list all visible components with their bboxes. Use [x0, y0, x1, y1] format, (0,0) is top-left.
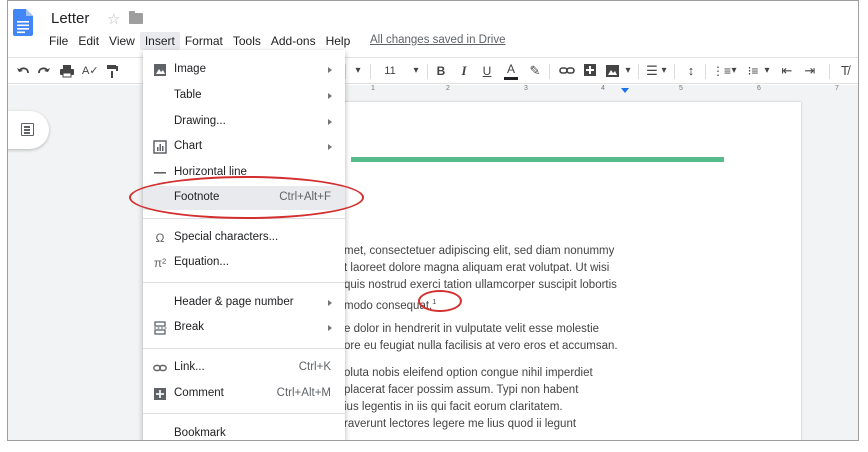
menu-item-bookmark[interactable]: Bookmark [143, 422, 345, 440]
add-comment-icon [154, 388, 166, 400]
footnote-marker-annotation [418, 290, 462, 312]
submenu-arrow-icon [328, 300, 332, 306]
undo-icon[interactable] [16, 62, 30, 80]
menu-item-table[interactable]: Table [143, 84, 345, 108]
outline-icon [21, 123, 34, 136]
numbered-list-dropdown-icon[interactable]: ▾ [730, 62, 738, 80]
spellcheck-icon[interactable]: A✓ [82, 62, 99, 80]
submenu-arrow-icon [328, 144, 332, 150]
tab-stop-marker[interactable] [621, 88, 629, 93]
link-icon[interactable] [559, 62, 575, 80]
bulleted-list-icon[interactable]: ⁝≡ [745, 62, 761, 80]
link-icon [153, 364, 167, 372]
menu-item-chart[interactable]: Chart [143, 135, 345, 159]
decrease-indent-icon[interactable]: ⇤ [779, 62, 795, 80]
menu-edit[interactable]: Edit [73, 32, 104, 50]
page-break-icon [154, 321, 167, 335]
pi-icon: π² [153, 256, 167, 270]
menu-insert[interactable]: Insert [139, 32, 180, 50]
toolbar: A✓ ▾ 11 ▾ B I U A ✎ ▾ ☰ ▾ ↕ ⋮≡ ▾ ⁝≡ ▾ ⇤ … [8, 57, 858, 84]
insert-menu: Image Table Drawing... Chart Horizontal … [143, 50, 345, 440]
menu-help[interactable]: Help [321, 32, 356, 50]
ruler[interactable]: 1 2 3 4 5 6 7 [338, 85, 839, 95]
menu-item-equation[interactable]: π² Equation... [143, 251, 345, 275]
paragraph-2[interactable]: e dolor in hendrerit in vulputate velit … [344, 321, 618, 355]
footnote-highlight-annotation [129, 176, 364, 219]
paint-format-icon[interactable] [105, 62, 119, 80]
align-left-icon[interactable]: ☰ [645, 62, 659, 80]
paragraph-1[interactable]: met, consectetuer adipiscing elit, sed d… [344, 243, 617, 315]
document-title[interactable]: Letter [51, 10, 89, 27]
app-window: Letter ☆ File Edit View Insert Format To… [7, 0, 859, 441]
increase-indent-icon[interactable]: ⇥ [802, 62, 818, 80]
chevron-down-icon[interactable]: ▾ [352, 62, 364, 80]
star-icon[interactable]: ☆ [107, 10, 120, 28]
image-icon [154, 64, 166, 76]
omega-icon: Ω [155, 231, 165, 245]
folder-icon[interactable] [129, 11, 143, 24]
menu-file[interactable]: File [44, 32, 73, 50]
highlight-icon[interactable]: ✎ [528, 62, 542, 80]
menu-bar: File Edit View Insert Format Tools Add-o… [44, 32, 355, 50]
horizontal-line-accent [351, 157, 724, 162]
font-size-value[interactable]: 11 [380, 62, 400, 80]
save-status-link[interactable]: All changes saved in Drive [370, 34, 506, 46]
print-icon[interactable] [59, 62, 75, 80]
add-comment-icon[interactable] [583, 62, 597, 80]
submenu-arrow-icon [328, 119, 332, 125]
italic-button[interactable]: I [458, 62, 470, 80]
font-size-dropdown-icon[interactable]: ▾ [411, 62, 421, 80]
chart-icon [153, 140, 167, 154]
horizontal-line-icon [154, 172, 166, 174]
clear-formatting-icon[interactable]: T̸ [838, 62, 852, 80]
bulleted-list-dropdown-icon[interactable]: ▾ [763, 62, 771, 80]
submenu-arrow-icon [328, 325, 332, 331]
menu-item-break[interactable]: Break [143, 316, 345, 340]
google-docs-icon[interactable] [13, 9, 33, 36]
underline-button[interactable]: U [481, 62, 493, 80]
menu-item-comment[interactable]: Comment Ctrl+Alt+M [143, 382, 345, 406]
text-color-button[interactable]: A [504, 62, 518, 80]
menu-format[interactable]: Format [180, 32, 228, 50]
menu-item-drawing[interactable]: Drawing... [143, 110, 345, 134]
menu-tools[interactable]: Tools [228, 32, 266, 50]
paragraph-3[interactable]: oluta nobis eleifend option congue nihil… [344, 365, 593, 433]
menu-item-image[interactable]: Image [143, 58, 345, 82]
image-dropdown-icon[interactable]: ▾ [624, 62, 632, 80]
menu-item-link[interactable]: Link... Ctrl+K [143, 356, 345, 380]
redo-icon[interactable] [37, 62, 51, 80]
bold-button[interactable]: B [435, 62, 447, 80]
show-outline-button[interactable] [8, 111, 49, 149]
line-spacing-icon[interactable]: ↕ [683, 62, 699, 80]
submenu-arrow-icon [328, 67, 332, 73]
numbered-list-icon[interactable]: ⋮≡ [712, 62, 731, 80]
align-dropdown-icon[interactable]: ▾ [660, 62, 668, 80]
menu-view[interactable]: View [104, 32, 140, 50]
insert-image-icon[interactable] [605, 62, 621, 80]
menu-addons[interactable]: Add-ons [266, 32, 321, 50]
menu-item-header-page-number[interactable]: Header & page number [143, 291, 345, 315]
menu-item-special-characters[interactable]: Ω Special characters... [143, 226, 345, 250]
submenu-arrow-icon [328, 93, 332, 99]
